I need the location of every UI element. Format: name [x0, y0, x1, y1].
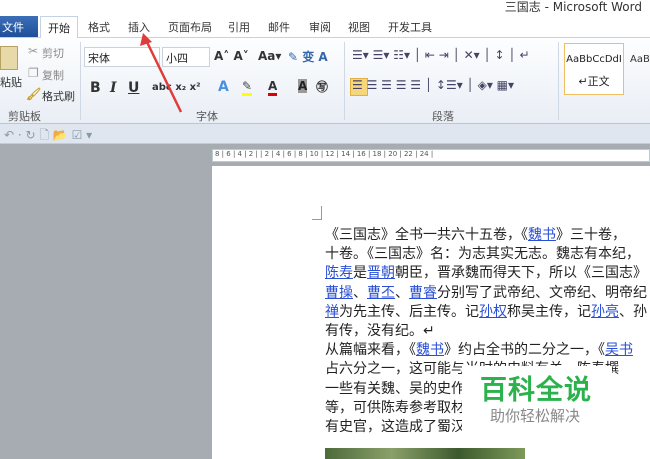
red-arrow-annotation — [140, 33, 183, 113]
